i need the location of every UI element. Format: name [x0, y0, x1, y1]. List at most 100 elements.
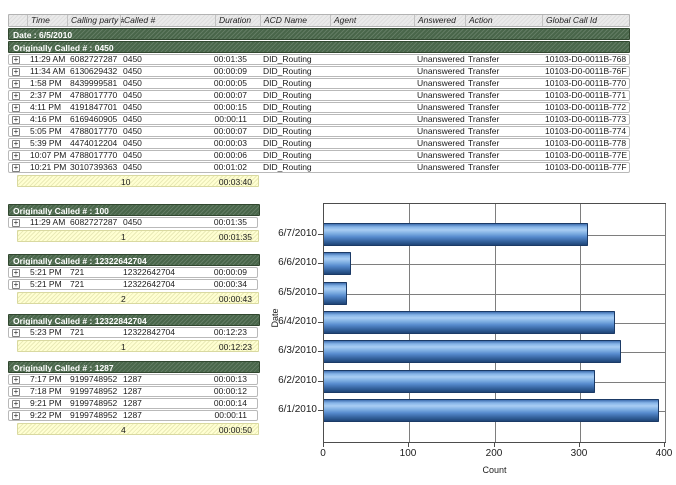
group-summary-row: 200:00:43	[17, 292, 259, 304]
cell-agent	[333, 103, 415, 112]
cell-calling_party: 9199748952	[70, 411, 124, 420]
group-summary-row: 100:01:35	[17, 230, 259, 242]
x-axis-title: Count	[323, 465, 666, 475]
cell-calling_party: 3010739363	[70, 163, 124, 172]
group-0450: Originally Called # : 0450+11:29 AM60827…	[8, 41, 630, 187]
cell-global_call_id: 10103-D0-0011B-768	[545, 55, 629, 64]
cell-calling_party: 9199748952	[70, 375, 124, 384]
cell-acd_name: DID_Routing	[263, 91, 331, 100]
summary-total-duration: 00:03:40	[219, 177, 252, 187]
x-tick-mark	[579, 443, 580, 447]
cell-action: Transfer	[468, 115, 542, 124]
cell-acd_name: DID_Routing	[263, 55, 331, 64]
cell-time: 5:21 PM	[30, 268, 70, 277]
cell-time: 11:29 AM	[30, 55, 70, 64]
cell-global_call_id: 10103-D0-0011B-778	[545, 139, 629, 148]
cell-time: 10:21 PM	[30, 163, 70, 172]
expand-icon[interactable]: +	[12, 219, 20, 227]
column-header-answered: Answered	[414, 15, 467, 26]
chart-bar	[324, 282, 347, 305]
grid-header-row: TimeCalling party #Called #DurationACD N…	[8, 14, 630, 27]
table-row: +5:21 PM7211232264270400:00:09	[8, 267, 258, 278]
y-tick-label: 6/7/2010	[268, 228, 317, 240]
expand-icon[interactable]: +	[12, 68, 20, 76]
y-axis-title: Date	[270, 298, 280, 338]
cell-duration: 00:00:03	[189, 139, 247, 148]
expand-icon[interactable]: +	[12, 116, 20, 124]
expand-icon[interactable]: +	[12, 400, 20, 408]
cell-answered: Unanswered	[417, 115, 467, 124]
cell-action: Transfer	[468, 151, 542, 160]
cell-answered: Unanswered	[417, 55, 467, 64]
cell-agent	[333, 79, 415, 88]
cell-agent	[333, 115, 415, 124]
chart-bar	[324, 311, 615, 334]
summary-call-count: 1	[121, 232, 181, 242]
cell-agent	[333, 163, 415, 172]
expand-icon[interactable]: +	[12, 388, 20, 396]
cell-action: Transfer	[468, 55, 542, 64]
expand-icon[interactable]: +	[12, 128, 20, 136]
x-tick-label: 0	[320, 448, 326, 459]
cell-duration: 00:00:07	[189, 127, 247, 136]
gridline-horizontal	[324, 294, 665, 295]
cell-time: 5:39 PM	[30, 139, 70, 148]
cell-time: 4:11 PM	[30, 103, 70, 112]
cell-answered: Unanswered	[417, 163, 467, 172]
x-tick-label: 200	[486, 448, 503, 459]
cell-action: Transfer	[468, 103, 542, 112]
expand-icon[interactable]: +	[12, 80, 20, 88]
table-row: +4:11 PM4191847701045000:00:15DID_Routin…	[8, 102, 630, 113]
y-tick-label: 6/1/2010	[268, 404, 317, 416]
table-row: +9:22 PM9199748952128700:00:11	[8, 410, 258, 421]
expand-icon[interactable]: +	[12, 164, 20, 172]
cell-agent	[333, 55, 415, 64]
column-header-acd_name: ACD Name	[260, 15, 331, 26]
expand-icon[interactable]: +	[12, 329, 20, 337]
cell-acd_name: DID_Routing	[263, 139, 331, 148]
table-row: +11:29 AM6082727287045000:01:35DID_Routi…	[8, 54, 630, 65]
calls-by-date-chart: 6/7/20106/6/20106/5/20106/4/20106/3/2010…	[268, 195, 674, 483]
expand-icon[interactable]: +	[12, 104, 20, 112]
cell-acd_name: DID_Routing	[263, 79, 331, 88]
cell-time: 5:21 PM	[30, 280, 70, 289]
cell-answered: Unanswered	[417, 127, 467, 136]
table-row: +7:18 PM9199748952128700:00:12	[8, 386, 258, 397]
expand-icon[interactable]: +	[12, 140, 20, 148]
cell-time: 7:18 PM	[30, 387, 70, 396]
cell-agent	[333, 67, 415, 76]
expand-icon[interactable]: +	[12, 92, 20, 100]
cell-answered: Unanswered	[417, 139, 467, 148]
cell-duration: 00:01:02	[189, 163, 247, 172]
x-tick-mark	[323, 443, 324, 447]
cell-answered: Unanswered	[417, 79, 467, 88]
cell-duration: 00:12:23	[189, 328, 247, 337]
cell-duration: 00:01:35	[189, 218, 247, 227]
cell-time: 2:37 PM	[30, 91, 70, 100]
cell-agent	[333, 127, 415, 136]
cell-acd_name: DID_Routing	[263, 151, 331, 160]
chart-plot-area	[323, 203, 666, 443]
report-section: Originally Called # : 12322642704+5:21 P…	[8, 254, 260, 304]
group-header: Originally Called # : 12322642704	[8, 254, 260, 266]
x-tick-mark	[494, 443, 495, 447]
cell-answered: Unanswered	[417, 103, 467, 112]
expand-icon[interactable]: +	[12, 281, 20, 289]
cell-time: 11:34 AM	[30, 67, 70, 76]
cell-global_call_id: 10103-D0-0011B-771	[545, 91, 629, 100]
expand-icon[interactable]: +	[12, 152, 20, 160]
cell-global_call_id: 10103-D0-0011B-772	[545, 103, 629, 112]
cell-duration: 00:01:35	[189, 55, 247, 64]
column-header-called: Called #	[120, 15, 201, 26]
cell-global_call_id: 10103-D0-0011B-76F	[545, 67, 629, 76]
expand-icon[interactable]: +	[12, 269, 20, 277]
summary-total-duration: 00:12:23	[219, 342, 252, 352]
table-row: +5:39 PM4474012204045000:00:03DID_Routin…	[8, 138, 630, 149]
expand-icon[interactable]: +	[12, 56, 20, 64]
expand-icon[interactable]: +	[12, 412, 20, 420]
expand-icon[interactable]: +	[12, 376, 20, 384]
cell-time: 5:05 PM	[30, 127, 70, 136]
cell-time: 1:58 PM	[30, 79, 70, 88]
cell-duration: 00:00:11	[189, 115, 247, 124]
table-row: +7:17 PM9199748952128700:00:13	[8, 374, 258, 385]
